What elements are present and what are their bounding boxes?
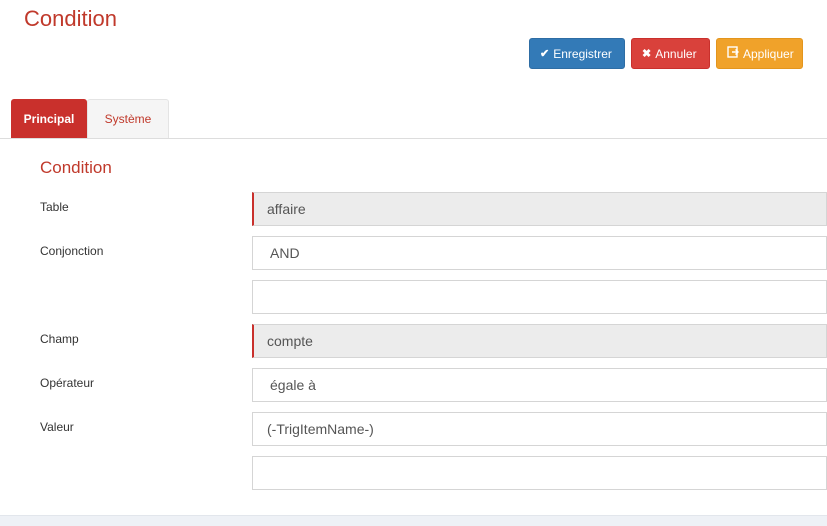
check-icon: ✔ [540, 48, 550, 60]
champ-label: Champ [40, 332, 79, 346]
page-title: Condition [24, 6, 117, 31]
valeur-extra-field[interactable] [252, 456, 827, 490]
apply-icon-svg [727, 46, 739, 58]
conjonction-extra-field[interactable] [252, 280, 827, 314]
tab-bar: Principal Système [0, 99, 827, 139]
main-panel: Condition Table affaire Conjonction AND … [11, 139, 827, 511]
save-button[interactable]: ✔ Enregistrer [529, 38, 625, 69]
save-button-label: Enregistrer [553, 46, 612, 61]
operateur-select[interactable]: égale à [252, 368, 827, 402]
conjonction-select[interactable]: AND [252, 236, 827, 270]
tab-principal[interactable]: Principal [11, 99, 87, 138]
apply-icon [727, 46, 739, 61]
section-title: Condition [40, 158, 112, 177]
valeur-field[interactable]: (-TrigItemName-) [252, 412, 827, 446]
cancel-button-label: Annuler [655, 46, 697, 61]
table-label: Table [40, 200, 69, 214]
x-icon: ✖ [642, 48, 652, 60]
apply-button-label: Appliquer [743, 46, 794, 61]
tab-systeme[interactable]: Système [87, 99, 169, 138]
table-field[interactable]: affaire [252, 192, 827, 226]
valeur-label: Valeur [40, 420, 74, 434]
toolbar: ✔ Enregistrer ✖ Annuler Appliquer [529, 38, 803, 69]
operateur-label: Opérateur [40, 376, 95, 390]
apply-button[interactable]: Appliquer [716, 38, 803, 69]
conjonction-label: Conjonction [40, 244, 104, 258]
cancel-button[interactable]: ✖ Annuler [631, 38, 710, 69]
champ-field[interactable]: compte [252, 324, 827, 358]
footer-bar [0, 515, 827, 526]
